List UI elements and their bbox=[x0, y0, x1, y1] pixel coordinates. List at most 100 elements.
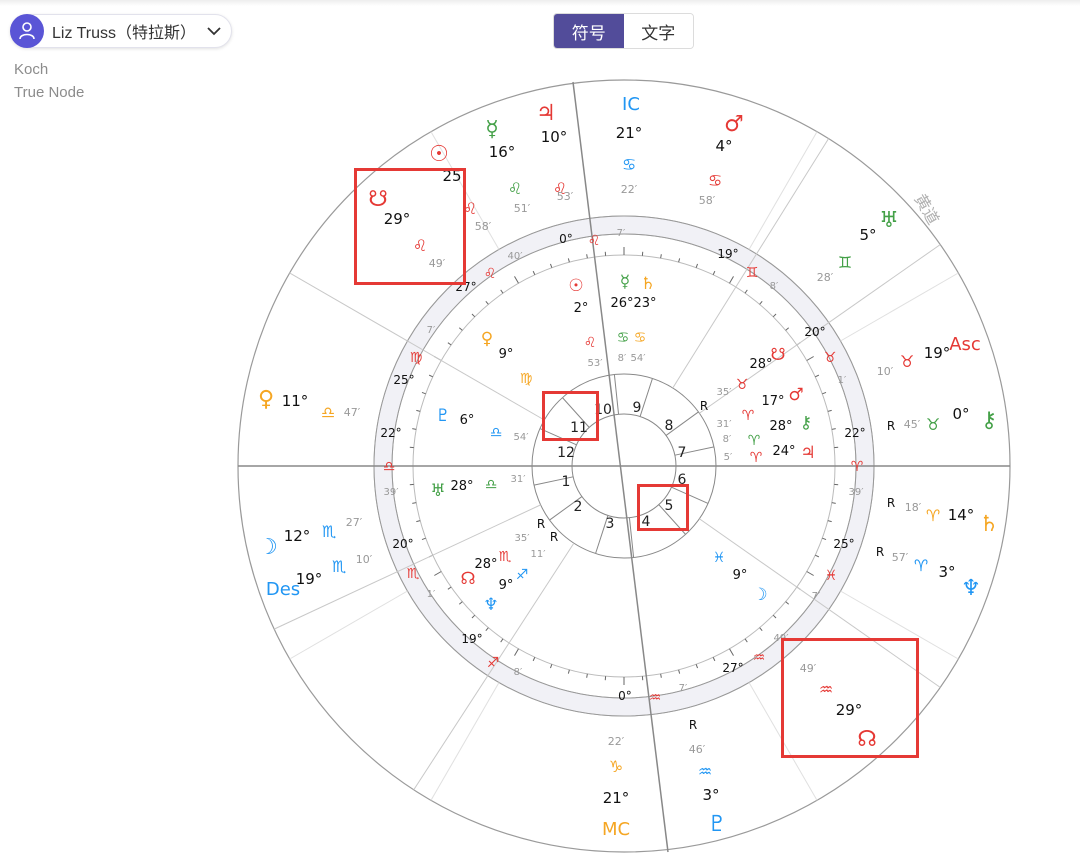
outer-planet-sign-2: ♌ bbox=[463, 199, 477, 218]
house-number-6: 6 bbox=[678, 472, 687, 488]
cusp-sign-3: ♈ bbox=[851, 459, 864, 475]
inner-planet-sign-5: ♎ bbox=[485, 477, 498, 493]
cusp-degree-6: 0° bbox=[618, 689, 632, 703]
inner-planet-minute-1: 8′ bbox=[618, 353, 627, 364]
inner-planet-glyph-5: ♅ bbox=[430, 481, 445, 501]
degree-tick bbox=[412, 428, 417, 430]
outer-planet-degree-10: 3° bbox=[702, 786, 719, 804]
cusp-degree-3: 22° bbox=[844, 426, 865, 440]
inner-planet-glyph-7: ♂ bbox=[788, 385, 803, 405]
degree-tick bbox=[485, 300, 489, 305]
house-number-3: 3 bbox=[606, 516, 615, 532]
degree-tick bbox=[586, 254, 588, 259]
house-number-1: 1 bbox=[562, 474, 571, 490]
outer-planet-glyph-10: ♇ bbox=[707, 812, 727, 837]
inner-planet-degree-1: 26° bbox=[610, 296, 633, 311]
cusp-minute-6: 7′ bbox=[679, 683, 688, 694]
angle-asc-degree: 19° bbox=[924, 344, 951, 362]
inner-planet-degree-0: 2° bbox=[574, 301, 589, 316]
outer-retrograde-mark-2: R bbox=[887, 496, 895, 510]
outer-planet-glyph-12: ☽ bbox=[258, 535, 278, 560]
degree-tick bbox=[759, 300, 763, 305]
cusp-minute-1: 8′ bbox=[770, 281, 779, 292]
outer-planet-degree-1: 16° bbox=[489, 143, 516, 161]
inner-planet-glyph-10: ☽ bbox=[752, 585, 767, 605]
house-divider bbox=[639, 378, 653, 417]
degree-tick bbox=[485, 627, 489, 632]
degree-tick bbox=[744, 289, 748, 294]
degree-tick bbox=[831, 428, 836, 430]
inner-planet-degree-4: 6° bbox=[460, 413, 475, 428]
outer-retrograde-mark-3: R bbox=[876, 545, 884, 559]
degree-tick bbox=[500, 638, 504, 643]
cusp-minute-7: 8′ bbox=[514, 667, 523, 678]
inner-planet-glyph-9: ♃ bbox=[800, 443, 815, 463]
sign-divider bbox=[748, 131, 818, 250]
outer-planet-glyph-1: ☿ bbox=[485, 117, 499, 142]
angle-des-minute: 10′ bbox=[356, 553, 373, 566]
cusp-degree-10: 25° bbox=[393, 373, 414, 387]
cusp-degree-7: 19° bbox=[461, 632, 482, 646]
inner-planet-minute-7: 31′ bbox=[717, 419, 733, 430]
degree-tick bbox=[729, 648, 734, 656]
inner-planet-minute-8: 8′ bbox=[723, 434, 732, 445]
outer-planet-minute-11: 47′ bbox=[344, 406, 361, 419]
cusp-sign-1: ♊ bbox=[746, 265, 759, 281]
outer-planet-minute-7: 18′ bbox=[905, 501, 922, 514]
outer-planet-sign-5: ♊ bbox=[838, 253, 852, 272]
outer-planet-glyph-0: ♃ bbox=[536, 101, 556, 126]
outer-planet-sign-11: ♎ bbox=[321, 403, 335, 422]
degree-tick bbox=[471, 614, 476, 619]
degree-tick bbox=[567, 258, 570, 263]
outer-planet-degree-8: 3° bbox=[938, 563, 955, 581]
degree-tick bbox=[421, 537, 426, 541]
degree-tick bbox=[567, 669, 570, 674]
degree-tick bbox=[586, 673, 588, 678]
degree-tick bbox=[695, 263, 699, 268]
outer-planet-degree-0: 10° bbox=[541, 128, 568, 146]
degree-tick bbox=[744, 638, 748, 643]
house-number-4: 4 bbox=[642, 514, 651, 530]
cusp-minute-11: 40′ bbox=[508, 251, 524, 262]
outer-planet-minute-1: 51′ bbox=[514, 202, 531, 215]
outer-planet-degree-6: 0° bbox=[952, 405, 969, 423]
cusp-degree-2: 20° bbox=[804, 325, 825, 339]
cusp-sign-5: ♒ bbox=[753, 650, 766, 666]
cusp-minute-0: 7′ bbox=[617, 228, 626, 239]
outer-planet-sign-3: ♌ bbox=[413, 236, 427, 255]
degree-tick bbox=[660, 673, 662, 678]
inner-planet-sign-1: ♋ bbox=[617, 330, 630, 346]
outer-planet-minute-12: 27′ bbox=[346, 516, 363, 529]
degree-tick bbox=[827, 409, 832, 412]
degree-tick bbox=[428, 374, 433, 378]
degree-tick bbox=[712, 270, 716, 275]
degree-tick bbox=[806, 356, 814, 361]
angle-asc-minute: 10′ bbox=[877, 365, 894, 378]
angle-ic-degree: 21° bbox=[616, 124, 643, 142]
degree-tick bbox=[678, 258, 681, 263]
house-number-5: 5 bbox=[665, 498, 674, 514]
cusp-sign-2: ♉ bbox=[824, 350, 837, 366]
cusp-sign-7: ♐ bbox=[487, 655, 500, 671]
angle-mc-label: MC bbox=[602, 819, 630, 840]
angle-ic-label: IC bbox=[622, 94, 640, 115]
inner-planet-degree-7: 17° bbox=[761, 394, 784, 409]
angle-asc-sign: ♉ bbox=[900, 352, 914, 371]
inner-planet-glyph-2: ♄ bbox=[640, 274, 655, 294]
inner-planet-minute-0: 53′ bbox=[588, 358, 604, 369]
outer-planet-minute-4: 58′ bbox=[699, 194, 716, 207]
outer-planet-degree-4: 4° bbox=[715, 137, 732, 155]
inner-planet-sign-2: ♋ bbox=[634, 330, 647, 346]
angle-mc-degree: 21° bbox=[603, 789, 630, 807]
degree-tick bbox=[514, 276, 519, 284]
inner-planet-degree-3: 9° bbox=[499, 347, 514, 362]
inner-planet-minute-6: 35′ bbox=[717, 387, 733, 398]
degree-tick bbox=[827, 520, 832, 523]
inner-planet-degree-5: 28° bbox=[450, 479, 473, 494]
degree-tick bbox=[772, 313, 777, 318]
degree-tick bbox=[447, 342, 452, 346]
outer-planet-minute-9: 49′ bbox=[800, 662, 817, 675]
outer-planet-sign-7: ♈ bbox=[926, 506, 940, 525]
outer-planet-minute-6: 45′ bbox=[904, 418, 921, 431]
outer-planet-minute-2: 58′ bbox=[475, 220, 492, 233]
